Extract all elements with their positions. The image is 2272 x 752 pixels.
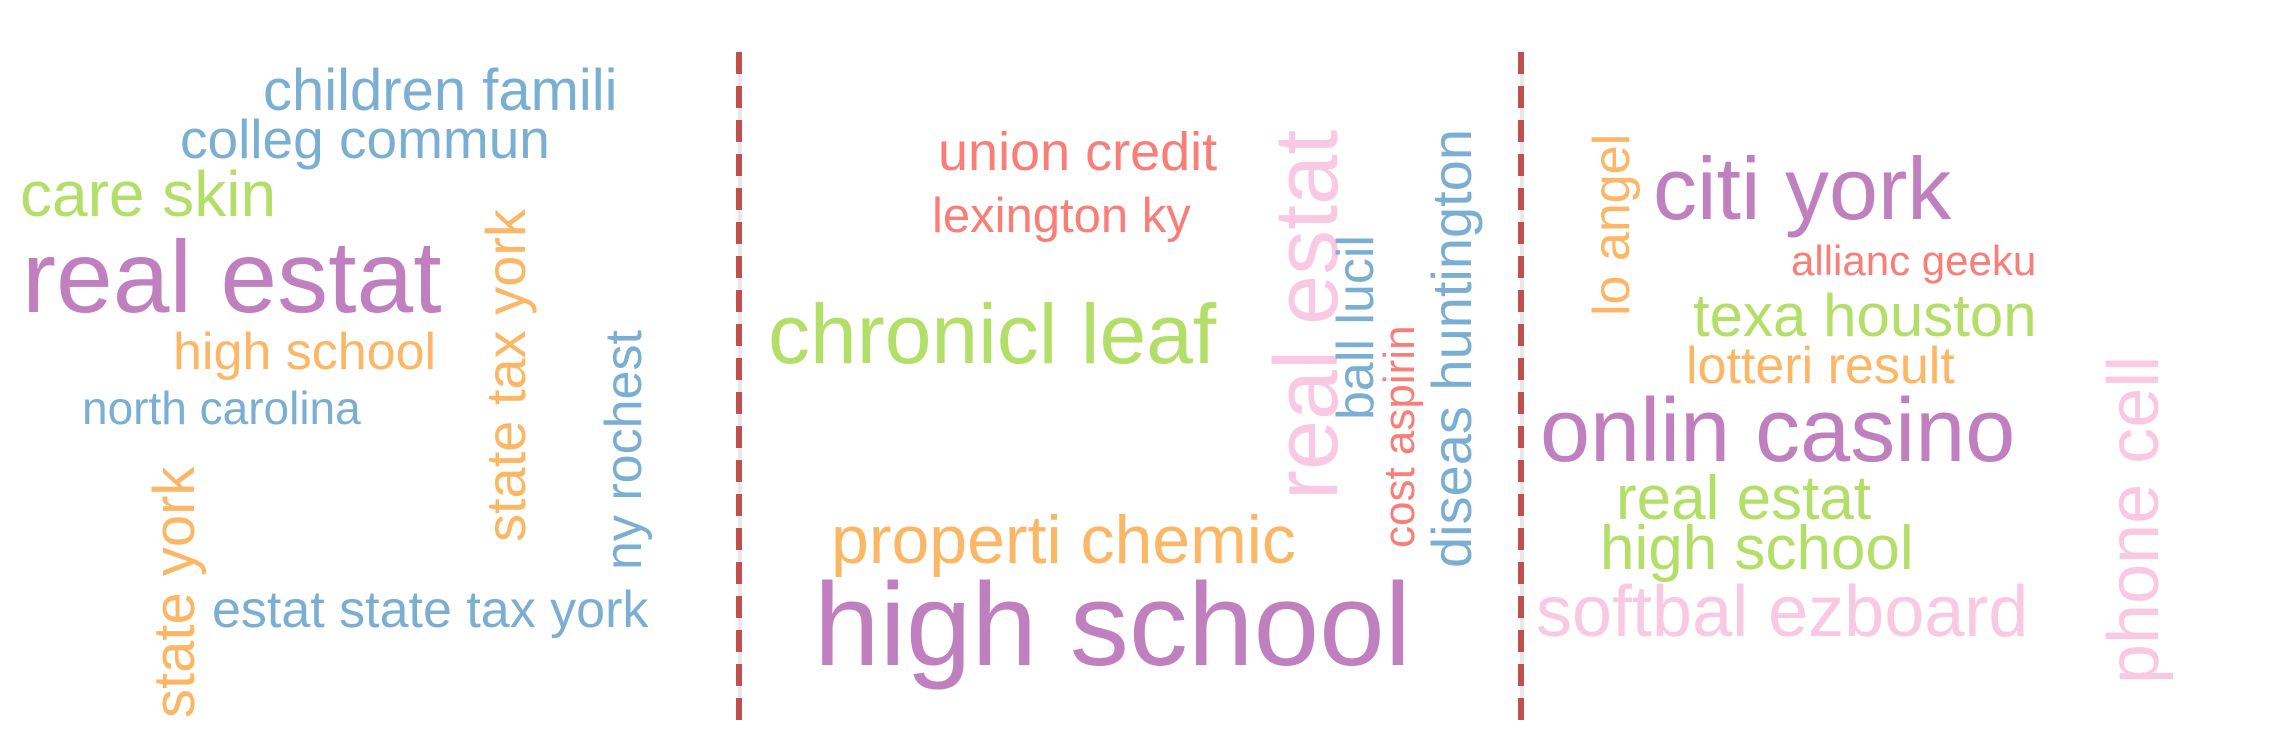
cloud-word: onlin casino — [1540, 381, 2016, 481]
cloud-word: estat state tax york — [212, 581, 649, 639]
cloud-word: softbal ezboard — [1536, 572, 2029, 652]
word-cloud-canvas: children famili colleg commun care skin … — [0, 0, 2272, 752]
cloud-word: ny rochest — [595, 330, 653, 570]
cloud-word: phone cell — [2094, 355, 2174, 684]
cloud-word: chronicl leaf — [768, 287, 1217, 381]
cloud-word: diseas huntington — [1420, 128, 1483, 568]
cloud-word: state york — [142, 466, 207, 718]
cloud-word: cost aspirin — [1375, 325, 1424, 548]
cloud-word: lo angel — [1583, 133, 1641, 316]
cloud-word: north carolina — [82, 382, 361, 434]
cloud-word: citi york — [1653, 139, 1952, 238]
cloud-word: allianc geeku — [1791, 237, 2037, 284]
cloud-word: care skin — [20, 158, 277, 230]
panel-divider-left — [736, 52, 742, 720]
panel-divider-right — [1518, 52, 1524, 720]
cloud-word: high school — [173, 323, 437, 381]
cloud-word: high school — [814, 559, 1411, 691]
cloud-word: high school — [1600, 514, 1914, 583]
cloud-word: state tax york — [474, 208, 537, 542]
cloud-word: lexington ky — [932, 189, 1191, 243]
cloud-word: real estat — [22, 220, 442, 334]
cloud-word: union credit — [938, 122, 1218, 182]
